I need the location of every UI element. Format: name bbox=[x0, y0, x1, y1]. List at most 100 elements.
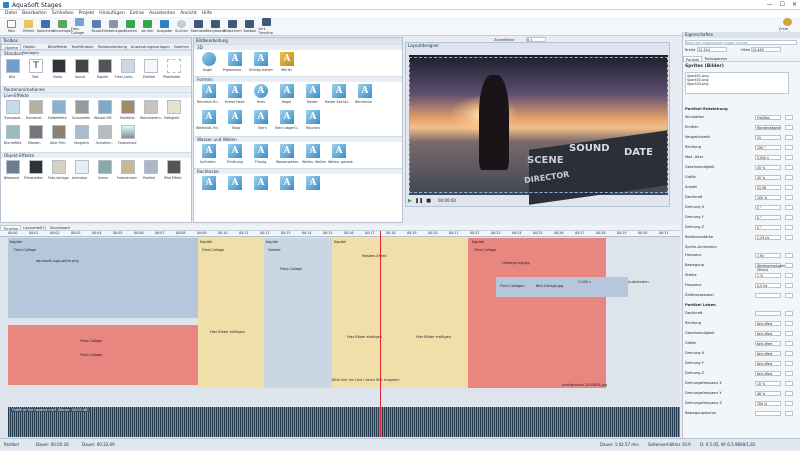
minimize-button[interactable]: — bbox=[767, 1, 773, 8]
zoom-select[interactable]: 6 x bbox=[526, 37, 546, 42]
property-value[interactable]: 5,000 s bbox=[755, 155, 781, 160]
curve-button[interactable] bbox=[785, 205, 793, 210]
section-particle-life[interactable]: Partikel Leben bbox=[685, 302, 716, 307]
playhead[interactable] bbox=[380, 231, 381, 437]
layout-standard-button[interactable]: Standard bbox=[190, 17, 207, 36]
tab-text-editing[interactable]: Textbearbeitung bbox=[96, 44, 129, 49]
star-effect-icon[interactable]: A bbox=[254, 110, 268, 124]
particle-object[interactable] bbox=[144, 59, 158, 73]
curve-button[interactable] bbox=[785, 331, 793, 336]
curve-button[interactable] bbox=[785, 263, 793, 268]
property-value[interactable]: 1 Hz bbox=[755, 253, 781, 258]
curve-button[interactable] bbox=[785, 135, 793, 140]
tab-text-filtration[interactable]: Textfiltration bbox=[69, 44, 96, 49]
curve-button[interactable] bbox=[785, 155, 793, 160]
start-button[interactable]: Starten bbox=[122, 17, 139, 36]
property-value[interactable]: Kein Wert bbox=[755, 371, 781, 376]
art-paint-effect[interactable] bbox=[29, 100, 43, 114]
menu-close[interactable]: Schließen bbox=[52, 11, 74, 16]
play-icon[interactable]: ▶ bbox=[408, 198, 412, 204]
property-value[interactable]: 10 % bbox=[755, 381, 781, 386]
property-value[interactable]: Frei/fest bbox=[755, 115, 781, 120]
compare-effect[interactable] bbox=[75, 125, 89, 139]
tab-particle[interactable]: Partikel bbox=[683, 56, 703, 62]
sprite-file[interactable]: Spark03.png bbox=[687, 82, 787, 86]
wipe-effect-icon[interactable]: A bbox=[306, 110, 320, 124]
image-object[interactable] bbox=[6, 59, 20, 73]
clip-chapter-red[interactable] bbox=[468, 238, 606, 388]
layout-storyboard-button[interactable]: Storyboard bbox=[206, 17, 225, 36]
waves-straight-effect-icon[interactable]: A bbox=[332, 144, 346, 158]
property-value[interactable]: Wellenschwingung (Sinus) bbox=[755, 263, 787, 272]
property-value[interactable]: 0 ° bbox=[755, 215, 781, 220]
menu-add[interactable]: Hinzufügen bbox=[99, 11, 125, 16]
cone-effect-icon[interactable]: A bbox=[280, 84, 294, 98]
width-field[interactable]: 12.344 bbox=[697, 47, 727, 52]
curve-button[interactable] bbox=[785, 391, 793, 396]
waves-effect-icon[interactable]: A bbox=[306, 144, 320, 158]
tab-timeline[interactable]: Timeline bbox=[0, 225, 22, 231]
water-effect[interactable] bbox=[98, 100, 112, 114]
mask-effect[interactable] bbox=[29, 125, 43, 139]
property-value[interactable]: 0 ° bbox=[755, 205, 781, 210]
chapter-object[interactable] bbox=[98, 59, 112, 73]
raise-effect-icon[interactable]: A bbox=[228, 144, 242, 158]
brighten-effect-icon[interactable]: A bbox=[202, 144, 216, 158]
grid-tile-effect-icon[interactable]: A bbox=[332, 84, 346, 98]
filmstrip-effect[interactable] bbox=[29, 160, 43, 174]
curve-button[interactable] bbox=[785, 225, 793, 230]
add-button[interactable]: Hinzufügen bbox=[53, 17, 72, 36]
menu-project[interactable]: Projekt bbox=[79, 11, 95, 16]
scene-effect[interactable] bbox=[98, 160, 112, 174]
curve-button[interactable] bbox=[785, 311, 793, 316]
menu-edit[interactable]: Bearbeiten bbox=[22, 11, 47, 16]
curve-button[interactable] bbox=[785, 253, 793, 258]
music-button[interactable]: Musik bbox=[88, 17, 105, 36]
rect5-effect-icon[interactable]: A bbox=[306, 176, 320, 190]
pause-icon[interactable]: ❚❚ bbox=[415, 198, 423, 204]
property-value[interactable]: Kein Wert bbox=[755, 351, 781, 356]
tab-storyboard[interactable]: Storyboard bbox=[48, 225, 72, 230]
photo-frame-effect[interactable] bbox=[121, 160, 135, 174]
property-value[interactable]: 0 ° bbox=[755, 225, 781, 230]
curve-button[interactable] bbox=[785, 401, 793, 406]
properties-search[interactable]: Nach den Allgemeinen fragen suchen bbox=[685, 40, 797, 45]
grid-effect-icon[interactable]: A bbox=[306, 84, 320, 98]
rect4-effect-icon[interactable]: A bbox=[280, 176, 294, 190]
particle-selection-frame[interactable] bbox=[409, 57, 668, 193]
close-button[interactable]: ✕ bbox=[792, 1, 797, 8]
wave-rect-effect-icon[interactable]: A bbox=[202, 110, 216, 124]
photo-template-effect[interactable] bbox=[52, 160, 66, 174]
sphere-effect-icon[interactable] bbox=[202, 52, 216, 66]
clip-mask-effect[interactable] bbox=[332, 238, 468, 388]
ipad-effect[interactable] bbox=[167, 160, 181, 174]
video-object[interactable] bbox=[52, 59, 66, 73]
cube-effect-icon[interactable]: A bbox=[280, 52, 294, 66]
photo-collage-button[interactable]: Foto-Collage bbox=[71, 17, 88, 36]
property-value[interactable]: 22,58 bbox=[755, 185, 781, 190]
particle-effect[interactable] bbox=[144, 160, 158, 174]
property-value[interactable]: 15 bbox=[755, 135, 781, 140]
property-value[interactable]: Kein Wert bbox=[755, 361, 781, 366]
property-value[interactable]: 190 ° bbox=[755, 145, 781, 150]
curve-button[interactable] bbox=[785, 273, 793, 278]
color-effect[interactable] bbox=[52, 100, 66, 114]
menu-assistants[interactable]: Assistenten bbox=[149, 11, 175, 16]
curve-button[interactable] bbox=[785, 165, 793, 170]
rectangles-effect-icon[interactable]: A bbox=[358, 84, 372, 98]
search-button[interactable]: Suchen bbox=[173, 17, 190, 36]
layout-toolbox-button[interactable]: Toolbox bbox=[241, 17, 258, 36]
clip-logo[interactable] bbox=[8, 238, 198, 318]
open-button[interactable]: Öffnen bbox=[20, 17, 37, 36]
new-button[interactable]: Neu bbox=[3, 17, 20, 36]
stop-icon[interactable]: ■ bbox=[426, 198, 431, 204]
property-value[interactable]: Kein Wert bbox=[755, 331, 781, 336]
shadow-effect[interactable] bbox=[98, 125, 112, 139]
old-film-effect[interactable] bbox=[52, 125, 66, 139]
flexi-collage-object[interactable] bbox=[121, 59, 135, 73]
audio-track[interactable] bbox=[8, 407, 680, 437]
curve-button[interactable] bbox=[785, 145, 793, 150]
text-object[interactable]: T bbox=[29, 59, 43, 73]
circle-effect-icon[interactable]: A bbox=[254, 84, 268, 98]
menu-help[interactable]: Hilfe bbox=[202, 11, 212, 16]
